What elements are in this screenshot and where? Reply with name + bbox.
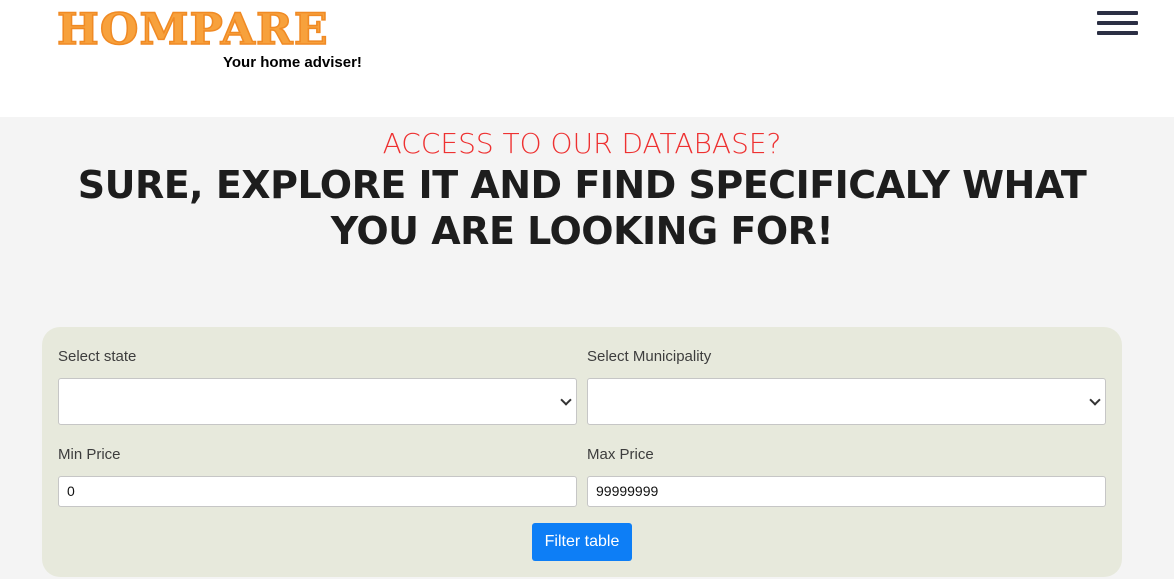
- state-select[interactable]: [58, 378, 577, 425]
- menu-bar: [1097, 31, 1138, 35]
- menu-bar: [1097, 11, 1138, 15]
- main-section: ACCESS TO OUR DATABASE? SURE, EXPLORE IT…: [0, 117, 1174, 579]
- filter-table-button[interactable]: Filter table: [532, 523, 632, 561]
- hero-headline: SURE, EXPLORE IT AND FIND SPECIFICALY WH…: [77, 163, 1087, 253]
- min-price-label: Min Price: [58, 446, 121, 463]
- hero-kicker: ACCESS TO OUR DATABASE?: [382, 127, 782, 160]
- min-price-input[interactable]: 0: [58, 476, 577, 507]
- filter-panel: Select state Select Municipality Min Pri…: [42, 327, 1122, 577]
- site-header: HOMPARE Your home adviser!: [0, 0, 1174, 117]
- tagline: Your home adviser!: [223, 54, 362, 71]
- menu-bar: [1097, 21, 1138, 25]
- state-label: Select state: [58, 348, 137, 365]
- chevron-down-icon: [1089, 394, 1101, 406]
- max-price-input[interactable]: 99999999: [587, 476, 1106, 507]
- municipality-label: Select Municipality: [587, 348, 712, 365]
- max-price-label: Max Price: [587, 446, 654, 463]
- chevron-down-icon: [560, 394, 572, 406]
- logo[interactable]: HOMPARE: [56, 7, 329, 53]
- hamburger-menu-icon[interactable]: [1097, 11, 1138, 37]
- municipality-select[interactable]: [587, 378, 1106, 425]
